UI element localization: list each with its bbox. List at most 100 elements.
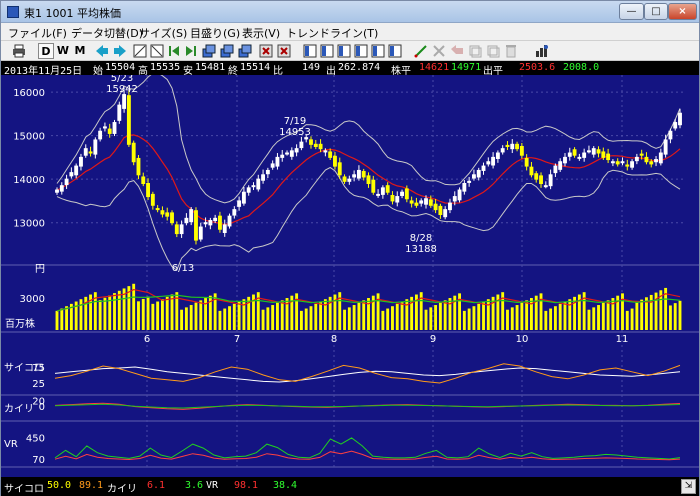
window-tile-icon[interactable] [219, 43, 235, 59]
menu-file[interactable]: ファイル(F) [8, 25, 67, 41]
volume-bar-23 [165, 296, 169, 330]
menu-size[interactable]: サイズ(S) [139, 25, 187, 41]
monthly-button[interactable]: M [72, 43, 88, 59]
price-unit-label: 円 [35, 264, 45, 275]
chart-area[interactable]: 13000 14000 15000 16000 円 6 7 8 9 10 11 5/23 15942 6/… [1, 75, 699, 477]
volume-bar-113 [597, 305, 600, 330]
volume-bar-88 [477, 303, 481, 330]
zoom-box-icon[interactable] [132, 43, 148, 59]
volume-unit-label: 百万株 [5, 317, 35, 330]
print-icon[interactable] [11, 43, 27, 59]
volume-bar-112 [592, 307, 596, 330]
volume-bar-78 [429, 307, 433, 330]
x-tick-10: 10 [516, 334, 529, 345]
arrow-left-icon[interactable] [94, 43, 110, 59]
candle-body-19 [146, 183, 150, 198]
window-cascade-icon[interactable] [201, 43, 217, 59]
candle-body-4 [74, 165, 79, 176]
candle-body-92 [495, 152, 500, 159]
close-button[interactable]: × [668, 3, 697, 20]
close-all-icon[interactable] [276, 43, 292, 59]
candle-body-2 [64, 178, 69, 186]
volume-bar-63 [357, 302, 361, 330]
undo-icon[interactable] [449, 43, 465, 59]
title-bar[interactable]: 東1 1001 平均株価 — □ × [1, 1, 699, 23]
x-tick-9: 9 [430, 334, 436, 345]
candle-body-13 [117, 104, 122, 121]
vr-panel-label: VR [4, 439, 18, 450]
volume-bar-79 [434, 305, 438, 330]
x-tick-11: 11 [616, 334, 629, 345]
candle-body-90 [486, 161, 491, 165]
volume-bar-18 [141, 298, 145, 330]
candle-body-85 [462, 183, 467, 192]
candle-body-62 [352, 174, 357, 178]
candle-body-100 [534, 173, 539, 180]
candle-body-47 [280, 154, 285, 158]
menu-trendline[interactable]: トレンドライン(T) [286, 25, 378, 41]
weekly-button[interactable]: W [55, 43, 71, 59]
layout-2-icon[interactable] [319, 43, 335, 59]
candle-body-121 [634, 156, 639, 162]
psy-status-value1: 50.0 [47, 480, 72, 491]
minimize-button[interactable]: — [619, 3, 644, 20]
annotation-value-2: 14953 [279, 127, 311, 138]
candle-body-114 [601, 151, 606, 158]
trendline-delete-icon[interactable] [431, 43, 447, 59]
settings-chart-icon[interactable] [534, 43, 550, 59]
window-arrange-icon[interactable] [237, 43, 253, 59]
paste-icon[interactable] [485, 43, 501, 59]
daily-button[interactable]: D [38, 43, 54, 59]
vol-ma1-value: 2503.6 [519, 62, 556, 73]
candle-body-42 [256, 178, 261, 190]
vol-ma2-value: 2008.0 [563, 62, 600, 73]
close-window-icon[interactable] [258, 43, 274, 59]
volume-bar-36 [228, 306, 231, 330]
volume-bar-44 [266, 307, 270, 330]
volume-bar-121 [635, 301, 639, 330]
volume-bar-96 [515, 305, 519, 330]
volume-bar-87 [472, 306, 476, 330]
volume-bar-95 [510, 307, 514, 330]
scroll-start-icon[interactable] [166, 43, 182, 59]
app-window: 東1 1001 平均株価 — □ × ファイル(F) データ切替(D) サイズ(… [0, 0, 700, 496]
layout-4-icon[interactable] [353, 43, 369, 59]
volume-bar-52 [304, 308, 308, 330]
trendline-pen-icon[interactable] [413, 43, 429, 59]
trash-icon[interactable] [503, 43, 519, 59]
volume-bar-120 [630, 308, 634, 330]
candle-body-101 [539, 175, 543, 185]
kairi-panel-label: カイリ [4, 403, 34, 415]
candle-body-58 [333, 155, 337, 167]
maximize-button[interactable]: □ [644, 3, 668, 20]
candle-body-66 [371, 179, 376, 193]
layout-5-icon[interactable] [370, 43, 386, 59]
menu-data-switch[interactable]: データ切替(D) [71, 25, 143, 41]
candle-body-118 [620, 161, 625, 164]
candle-body-46 [275, 156, 280, 167]
menu-view[interactable]: 表示(V) [242, 25, 280, 41]
menu-scale[interactable]: 目盛り(G) [190, 25, 240, 41]
layout-6-icon[interactable] [387, 43, 403, 59]
volume-bar-29 [194, 302, 198, 330]
resize-grip-icon[interactable]: ⇲ [681, 479, 696, 494]
arrow-right-icon[interactable] [112, 43, 128, 59]
volume-bar-56 [323, 299, 327, 330]
layout-3-icon[interactable] [336, 43, 352, 59]
menu-bar: ファイル(F) データ切替(D) サイズ(S) 目盛り(G) 表示(V) トレン… [1, 23, 699, 41]
scroll-end-icon[interactable] [183, 43, 199, 59]
candle-body-107 [567, 152, 572, 157]
layout-1-icon[interactable] [302, 43, 318, 59]
candle-body-64 [361, 171, 366, 178]
zoom-box2-icon[interactable] [149, 43, 165, 59]
volume-bar-37 [232, 303, 236, 330]
candle-body-29 [194, 210, 198, 241]
candle-body-96 [515, 143, 519, 150]
candle-body-43 [261, 174, 266, 181]
volume-bar-47 [280, 300, 284, 330]
candle-body-63 [356, 169, 361, 179]
copy-icon[interactable] [467, 43, 483, 59]
volume-bar-21 [156, 301, 160, 330]
candle-body-108 [572, 149, 577, 156]
candle-body-130 [678, 112, 682, 126]
